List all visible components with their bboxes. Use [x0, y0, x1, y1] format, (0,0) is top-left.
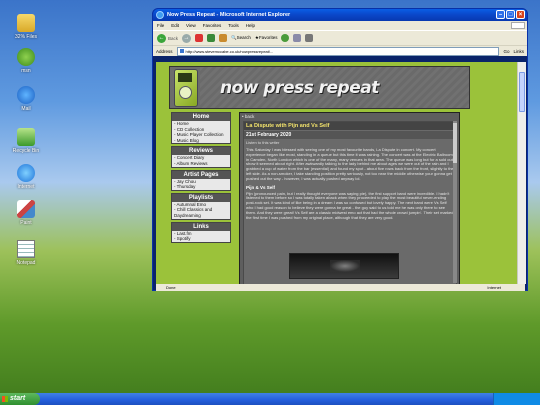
nav-link-music-blog[interactable]: Music Blog [172, 138, 230, 144]
desktop-icon-recycle-bin[interactable]: Recycle Bin [8, 128, 44, 154]
site-title: now press repeat [220, 78, 379, 98]
nav-section-home: Home Home CD Collection Music Player Col… [171, 112, 231, 145]
menu-view[interactable]: View [186, 21, 196, 30]
nav-section-artist-pages: Artist Pages Jay Chou Thursday [171, 169, 231, 191]
go-button[interactable]: Go [503, 49, 509, 54]
address-input[interactable]: http://www.stevemccabe.co.uk/nowpressrep… [176, 46, 500, 56]
desktop-icon-notepad[interactable]: Notepad [8, 240, 44, 266]
desktop-icon-msn[interactable]: msn [8, 48, 44, 74]
main-content: • back La Dispute with Pijn and Vs Self … [239, 112, 460, 284]
nav-heading: Links [172, 222, 230, 231]
desktop-icon-files[interactable]: 32% Files [8, 14, 44, 40]
desktop-icon-paint[interactable]: Paint [8, 200, 44, 226]
media-icon[interactable] [281, 34, 290, 42]
page-icon [179, 48, 184, 53]
notepad-icon [17, 240, 35, 258]
page-viewport: now press repeat Home Home CD Collection… [156, 62, 517, 284]
menu-file[interactable]: File [157, 21, 164, 30]
nav-section-links: Links Last.fm Spotify [171, 221, 231, 243]
nav-section-reviews: Reviews Concert Diary Album Reviews [171, 146, 231, 168]
forward-button[interactable]: → [182, 33, 192, 43]
menu-bar: File Edit View Favorites Tools Help [153, 21, 527, 30]
zone-text: Internet [487, 285, 501, 290]
address-label: Address [156, 48, 173, 54]
content-scrollbar[interactable] [453, 121, 457, 283]
nav-heading: Reviews [172, 147, 230, 156]
nav-link-chill-classics[interactable]: Chill Classics and Daydreaming [172, 207, 230, 218]
back-button[interactable]: ← Back [157, 33, 178, 43]
ipod-logo-icon [174, 69, 198, 107]
links-button[interactable]: Links [513, 49, 524, 54]
paint-icon [17, 200, 35, 218]
blog-post: La Dispute with Pijn and Vs Self 21st Fe… [243, 121, 457, 284]
scrollbar-thumb[interactable] [519, 72, 525, 112]
desktop-icon-mail[interactable]: Mail [8, 86, 44, 112]
post-date: 21st February 2020 [244, 131, 456, 139]
post-title: La Dispute with Pijn and Vs Self [244, 122, 456, 130]
title-bar[interactable]: Now Press Repeat - Microsoft Internet Ex… [153, 9, 527, 21]
refresh-icon[interactable] [207, 34, 216, 42]
menu-favorites[interactable]: Favorites [203, 21, 222, 30]
folder-icon [17, 14, 35, 32]
nav-heading: Home [172, 113, 230, 121]
listen-link[interactable]: Listen to this writer [244, 139, 456, 146]
page-scrollbar[interactable] [517, 62, 526, 284]
maximize-button[interactable]: □ [506, 10, 515, 19]
messenger-icon [17, 86, 35, 104]
concert-photo [289, 253, 399, 279]
nav-link-album-reviews[interactable]: Album Reviews [172, 161, 230, 167]
menu-tools[interactable]: Tools [228, 21, 239, 30]
start-button[interactable]: start [0, 393, 40, 405]
toolbar: ← Back → 🔍Search ★Favorites [153, 30, 527, 45]
mail-icon[interactable] [293, 34, 302, 42]
nav-heading: Artist Pages [172, 170, 230, 179]
site-sidebar: Home Home CD Collection Music Player Col… [171, 112, 231, 245]
post-body-2: Pijn (pronounced pain, but I really thou… [246, 190, 454, 220]
status-text: Done [166, 285, 176, 290]
menu-help[interactable]: Help [246, 21, 255, 30]
ie-logo-icon [156, 11, 164, 19]
msn-icon [17, 48, 35, 66]
menu-edit[interactable]: Edit [171, 21, 179, 30]
favorites-button[interactable]: ★Favorites [255, 35, 278, 41]
windows-flag-icon [2, 396, 8, 402]
status-bar: Done Internet [156, 284, 525, 291]
back-arrow-icon: ← [157, 33, 166, 43]
browser-window: Now Press Repeat - Microsoft Internet Ex… [152, 8, 528, 291]
post-subheading: Pijn & Vs Self [246, 184, 276, 190]
window-title: Now Press Repeat - Microsoft Internet Ex… [167, 12, 291, 18]
back-link[interactable]: • back [242, 114, 254, 119]
nav-section-playlists: Playlists Autumnal Emo Chill Classics an… [171, 192, 231, 220]
nav-link-thursday[interactable]: Thursday [172, 184, 230, 190]
post-body: This Saturday I was blessed with seeing … [246, 147, 454, 181]
minimize-button[interactable]: – [496, 10, 505, 19]
system-tray [493, 393, 540, 405]
nav-heading: Playlists [172, 193, 230, 202]
internet-explorer-icon [17, 164, 35, 182]
search-button[interactable]: 🔍Search [231, 35, 251, 41]
nav-link-music-player-collection[interactable]: Music Player Collection [172, 132, 230, 138]
close-button[interactable]: × [516, 10, 525, 19]
site-banner: now press repeat [169, 66, 470, 109]
stop-icon[interactable] [195, 34, 204, 42]
recycle-bin-icon [17, 128, 35, 146]
print-icon[interactable] [305, 34, 314, 42]
home-icon[interactable] [219, 34, 228, 42]
windows-logo-icon [511, 22, 525, 29]
desktop-icon-internet[interactable]: Internet [8, 164, 44, 190]
nav-link-spotify[interactable]: Spotify [172, 236, 230, 242]
address-bar: Address http://www.stevemccabe.co.uk/now… [153, 45, 527, 56]
taskbar: start [0, 393, 540, 405]
